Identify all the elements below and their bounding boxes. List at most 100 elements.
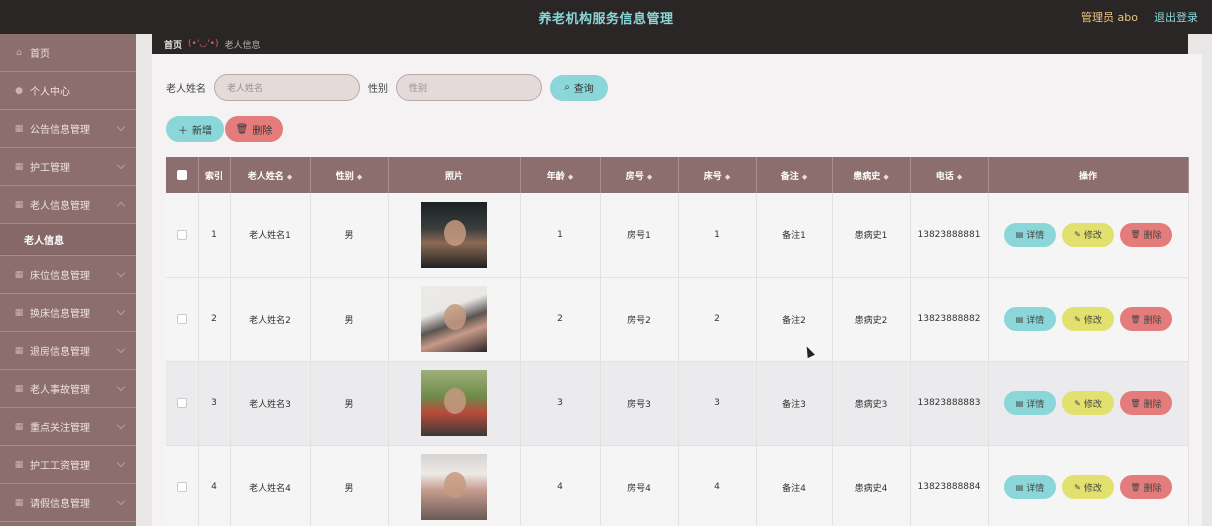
sidebar-item-home[interactable]: ⌂ 首页 [0, 34, 136, 72]
sort-icon[interactable]: ◆ [725, 173, 730, 181]
sort-icon[interactable]: ◆ [957, 173, 962, 181]
column-header-label: 患病史 [853, 171, 881, 182]
sidebar-item-label: 个人中心 [30, 87, 70, 98]
detail-button[interactable]: ▤ 详情 [1004, 222, 1056, 247]
chevron-down-icon [116, 268, 126, 278]
cell-bed: 3 [678, 361, 757, 446]
sidebar-item-label: 老人信息 [24, 236, 64, 247]
column-header-label: 床号 [703, 171, 722, 182]
sort-icon[interactable]: ◆ [568, 173, 573, 181]
add-button[interactable]: ＋ 新增 [166, 116, 224, 142]
sidebar-item-leave[interactable]: ▦ 请假信息管理 [0, 484, 136, 522]
gender-label: 性别 [368, 84, 388, 95]
batch-delete-button[interactable]: 🗑 删除 [225, 116, 283, 142]
document-icon: ▤ [1015, 482, 1024, 492]
sort-icon[interactable]: ◆ [883, 173, 888, 181]
detail-button[interactable]: ▤ 详情 [1004, 307, 1056, 331]
cell-index: 1 [198, 193, 231, 278]
row-checkbox-cell [166, 445, 199, 526]
name-search-input[interactable]: 老人姓名 [214, 74, 360, 101]
edit-button[interactable]: ✎ 修改 [1062, 307, 1114, 331]
column-header-room[interactable]: 房号 ◆ [600, 157, 679, 193]
document-icon: ▤ [1015, 230, 1024, 240]
row-checkbox-cell [166, 277, 199, 362]
sidebar-item-elder-info[interactable]: ▦ 老人信息管理 [0, 186, 136, 224]
sort-icon[interactable]: ◆ [287, 173, 292, 181]
sidebar-item-label: 公告信息管理 [30, 125, 90, 136]
column-header-age[interactable]: 年龄 ◆ [520, 157, 601, 193]
table-row: 2 老人姓名2 男 2 房号2 2 备注2 患病史2 13823888882 ▤… [166, 277, 1189, 362]
delete-button[interactable]: 🗑 删除 [1120, 307, 1172, 331]
table-row: 4 老人姓名4 男 4 房号4 4 备注4 患病史4 13823888884 ▤… [166, 445, 1189, 526]
column-header-name[interactable]: 老人姓名 ◆ [230, 157, 311, 193]
sidebar-item-label: 换床信息管理 [30, 309, 90, 320]
top-bar: 养老机构服务信息管理 管理员 abo 退出登录 [0, 0, 1212, 34]
sidebar-item-checkout[interactable]: ▦ 退房信息管理 [0, 332, 136, 370]
edit-button[interactable]: ✎ 修改 [1062, 391, 1114, 415]
cell-gender: 男 [310, 445, 389, 526]
logout-link[interactable]: 退出登录 [1154, 9, 1198, 25]
user-icon: ● [15, 85, 23, 96]
row-checkbox[interactable] [176, 229, 187, 240]
cell-name: 老人姓名1 [230, 193, 311, 278]
column-header-bed[interactable]: 床号 ◆ [678, 157, 757, 193]
name-label: 老人姓名 [166, 84, 206, 95]
elder-photo [421, 201, 487, 268]
delete-button[interactable]: 🗑 删除 [1120, 222, 1172, 247]
cell-photo [388, 361, 521, 446]
sort-icon[interactable]: ◆ [802, 173, 807, 181]
edit-button[interactable]: ✎ 修改 [1062, 475, 1114, 499]
sidebar-item-profile[interactable]: ● 个人中心 [0, 72, 136, 110]
sidebar-item-label: 护工工资管理 [30, 461, 90, 472]
delete-button[interactable]: 🗑 删除 [1120, 475, 1172, 499]
row-checkbox[interactable] [176, 481, 187, 492]
sort-icon[interactable]: ◆ [647, 173, 652, 181]
column-header-phone[interactable]: 电话 ◆ [910, 157, 989, 193]
cell-room: 房号2 [600, 277, 679, 362]
sidebar-item-caregiver[interactable]: ▦ 护工管理 [0, 148, 136, 186]
search-bar: 老人姓名 老人姓名 性别 性别 ⌕ 查询 [166, 74, 608, 101]
column-header-history[interactable]: 患病史 ◆ [832, 157, 911, 193]
column-header-label: 照片 [444, 171, 463, 182]
column-header-note[interactable]: 备注 ◆ [756, 157, 833, 193]
cell-gender: 男 [310, 277, 389, 362]
select-all-checkbox[interactable] [176, 169, 187, 180]
table-row: 1 老人姓名1 男 1 房号1 1 备注1 患病史1 13823888881 ▤… [166, 193, 1189, 278]
row-checkbox-cell [166, 193, 199, 278]
detail-button[interactable]: ▤ 详情 [1004, 475, 1056, 499]
breadcrumb-home[interactable]: 首页 [164, 38, 182, 51]
sidebar-item-bed[interactable]: ▦ 床位信息管理 [0, 256, 136, 294]
delete-button[interactable]: 🗑 删除 [1120, 391, 1172, 415]
row-checkbox[interactable] [176, 313, 187, 324]
column-header-label: 年龄 [546, 171, 565, 182]
sidebar-item-accident[interactable]: ▦ 老人事故管理 [0, 370, 136, 408]
row-checkbox-cell [166, 361, 199, 446]
cell-actions: ▤ 详情 ✎ 修改 🗑 删除 [988, 193, 1189, 278]
sort-icon[interactable]: ◆ [357, 173, 362, 181]
search-button[interactable]: ⌕ 查询 [550, 74, 608, 101]
detail-label: 详情 [1026, 315, 1045, 326]
cell-phone: 13823888883 [910, 361, 989, 446]
cell-history: 患病史4 [832, 445, 911, 526]
column-header-gender[interactable]: 性别 ◆ [310, 157, 389, 193]
sidebar-item-notice[interactable]: ▦ 公告信息管理 [0, 110, 136, 148]
sidebar-item-focus[interactable]: ▦ 重点关注管理 [0, 408, 136, 446]
table-row: 3 老人姓名3 男 3 房号3 3 备注3 患病史3 13823888883 ▤… [166, 361, 1189, 446]
cell-history: 患病史3 [832, 361, 911, 446]
sidebar-item-bed-change[interactable]: ▦ 换床信息管理 [0, 294, 136, 332]
cell-photo [388, 277, 521, 362]
gender-search-input[interactable]: 性别 [396, 74, 542, 101]
row-checkbox[interactable] [176, 397, 187, 408]
breadcrumb-separator: (•'◡'•) [188, 39, 219, 49]
row-actions: ▤ 详情 ✎ 修改 🗑 删除 [989, 307, 1188, 331]
sidebar-item-label: 退房信息管理 [30, 347, 90, 358]
detail-label: 详情 [1026, 231, 1045, 242]
sidebar-subitem-elder-info[interactable]: 老人信息 [0, 224, 136, 256]
trash-icon: 🗑 [235, 123, 249, 135]
cell-photo [388, 193, 521, 278]
cell-phone: 13823888884 [910, 445, 989, 526]
sidebar-item-salary[interactable]: ▦ 护工工资管理 [0, 446, 136, 484]
trash-icon: 🗑 [1130, 314, 1141, 324]
detail-button[interactable]: ▤ 详情 [1004, 391, 1056, 415]
edit-button[interactable]: ✎ 修改 [1062, 222, 1114, 247]
